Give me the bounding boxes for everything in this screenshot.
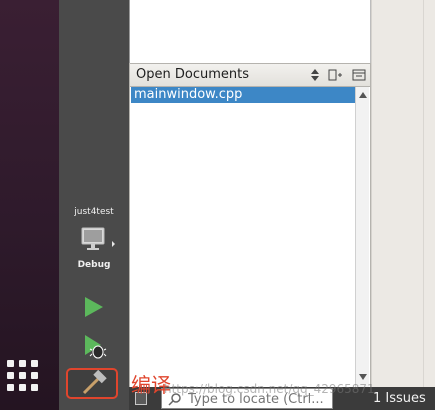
open-documents-header: Open Documents [129,63,371,87]
build-button[interactable] [66,368,118,399]
split-icon[interactable] [328,68,342,82]
run-icon [85,297,103,317]
scroll-up-icon[interactable] [358,90,368,100]
close-pane-icon[interactable] [352,68,366,82]
apps-grid-icon[interactable] [7,360,41,394]
open-documents-list: mainwindow.cpp [129,87,371,387]
divider [423,0,424,387]
editor-area [129,0,371,63]
debug-run-icon [85,335,107,359]
run-button[interactable] [81,294,107,320]
mode-bar: just4test Debug [59,0,129,410]
project-name-label: just4test [74,207,114,217]
right-gutter [371,0,435,387]
scroll-down-icon[interactable] [358,372,368,382]
watermark-text: https://blog.csdn.net/qq_42965871 [164,382,375,396]
hammer-icon [82,369,107,395]
build-config-label: Debug [77,260,111,270]
kit-selector-button[interactable] [79,224,121,258]
list-item[interactable]: mainwindow.cpp [131,87,355,103]
sort-updown-icon[interactable] [308,68,322,82]
monitor-icon [81,227,115,250]
vertical-scrollbar[interactable] [355,87,369,387]
ubuntu-dock [0,0,59,410]
debug-run-button[interactable] [81,332,107,360]
open-documents-title[interactable]: Open Documents [136,67,249,82]
chevron-right-icon [112,241,115,247]
issues-tab[interactable]: 1 Issues [373,391,426,406]
